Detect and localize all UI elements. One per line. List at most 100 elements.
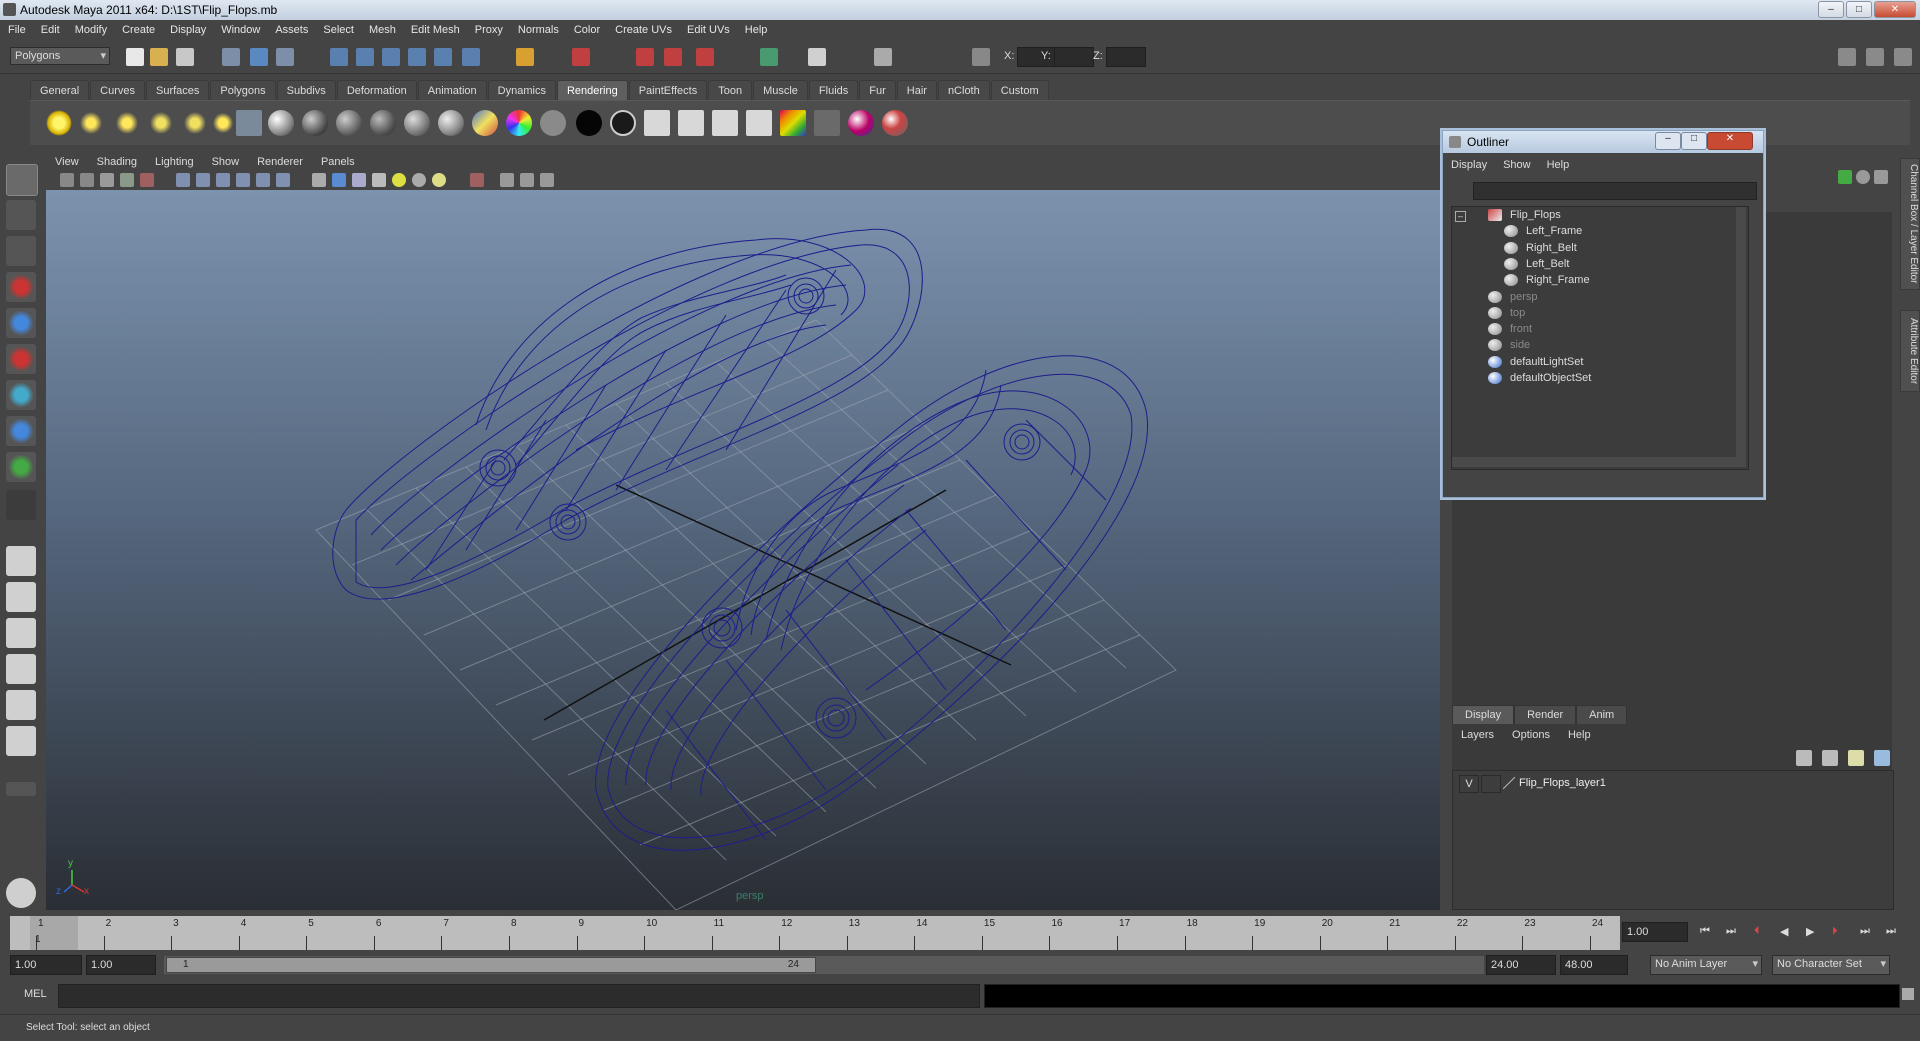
resolution-gate-icon[interactable] bbox=[216, 173, 230, 187]
perspective-viewport[interactable]: y x z persp bbox=[46, 190, 1440, 910]
menu-edit-mesh[interactable]: Edit Mesh bbox=[403, 20, 467, 41]
shelf-tab-subdivs[interactable]: Subdivs bbox=[276, 80, 336, 100]
render-current-icon[interactable] bbox=[644, 110, 670, 136]
surface-shader-gray-icon[interactable] bbox=[540, 110, 566, 136]
layer-visibility-toggle[interactable]: V bbox=[1459, 775, 1479, 793]
hypershade-persp-layout-icon[interactable] bbox=[6, 690, 36, 720]
outliner-item[interactable]: Left_Belt bbox=[1504, 258, 1569, 276]
layer-name[interactable]: Flip_Flops_layer1 bbox=[1519, 777, 1606, 789]
snap-grid-icon[interactable] bbox=[330, 48, 348, 66]
outliner-item[interactable]: defaultObjectSet bbox=[1488, 372, 1591, 390]
shelf-tab-custom[interactable]: Custom bbox=[990, 80, 1049, 100]
shelf-tab-toon[interactable]: Toon bbox=[708, 80, 753, 100]
step-back-key-icon[interactable]: ⏭ bbox=[1726, 925, 1736, 938]
ambient-light-icon[interactable] bbox=[46, 110, 72, 136]
select-tool-icon[interactable] bbox=[6, 164, 38, 196]
lambert-material-icon[interactable] bbox=[268, 110, 294, 136]
use-all-lights-icon[interactable] bbox=[392, 173, 406, 187]
paint-select-tool-icon[interactable] bbox=[6, 236, 36, 266]
attribute-editor-toggle-icon[interactable] bbox=[1866, 48, 1884, 66]
select-camera-icon[interactable] bbox=[60, 173, 74, 187]
shelf-tab-hair[interactable]: Hair bbox=[896, 80, 937, 100]
xray-components-icon[interactable] bbox=[540, 173, 554, 187]
panel-menu-renderer[interactable]: Renderer bbox=[248, 152, 312, 172]
channel-box-side-tab[interactable]: Channel Box / Layer Editor bbox=[1900, 158, 1920, 290]
universal-manipulator-icon[interactable] bbox=[6, 380, 36, 410]
time-slider[interactable]: 1 1 2 3 4 5 6 7 8 9 10 11 12 13 14 15 16 17 18 19 20 21 22 23 2… bbox=[10, 916, 1620, 950]
render-view-icon[interactable] bbox=[746, 110, 772, 136]
phong-material-icon[interactable] bbox=[336, 110, 362, 136]
move-layer-down-icon[interactable] bbox=[1874, 750, 1890, 766]
gate-mask-icon[interactable] bbox=[236, 173, 250, 187]
smooth-shade-icon[interactable] bbox=[332, 173, 346, 187]
layer-menu-options[interactable]: Options bbox=[1503, 727, 1559, 741]
script-editor-icon[interactable] bbox=[1902, 988, 1914, 1000]
soft-modification-icon[interactable] bbox=[6, 416, 36, 446]
channel-box-toggle-icon[interactable] bbox=[874, 48, 892, 66]
channel-box-tool-icon[interactable] bbox=[1874, 170, 1888, 184]
graph-persp-layout-icon[interactable] bbox=[6, 654, 36, 684]
menu-select[interactable]: Select bbox=[315, 20, 361, 41]
z-field[interactable] bbox=[1106, 47, 1146, 67]
open-scene-icon[interactable] bbox=[150, 48, 168, 66]
layer-tab-display[interactable]: Display bbox=[1452, 705, 1515, 724]
menu-set-dropdown[interactable]: Polygons bbox=[10, 47, 110, 65]
move-tool-icon[interactable] bbox=[6, 272, 36, 302]
menu-proxy[interactable]: Proxy bbox=[467, 20, 510, 41]
lasso-tool-icon[interactable] bbox=[6, 200, 36, 230]
outliner-titlebar[interactable]: Outliner – □ ✕ bbox=[1443, 131, 1763, 153]
wireframe-on-shaded-icon[interactable] bbox=[352, 173, 366, 187]
outliner-persp-layout-icon[interactable] bbox=[6, 618, 36, 648]
x-field[interactable] bbox=[1017, 47, 1057, 67]
outliner-menu-help[interactable]: Help bbox=[1539, 159, 1578, 171]
outliner-maximize-button[interactable]: □ bbox=[1681, 132, 1707, 150]
select-component-icon[interactable] bbox=[276, 48, 294, 66]
camera-icon[interactable] bbox=[236, 110, 262, 136]
menu-assets[interactable]: Assets bbox=[267, 20, 315, 41]
textured-icon[interactable] bbox=[372, 173, 386, 187]
range-slider-handle[interactable]: 1 24 bbox=[166, 957, 816, 973]
input-line-icon[interactable] bbox=[760, 48, 778, 66]
ipr-render-icon[interactable] bbox=[664, 48, 682, 66]
shelf-tab-ncloth[interactable]: nCloth bbox=[937, 80, 990, 100]
lock-icon[interactable] bbox=[516, 48, 534, 66]
outliner-filter-field[interactable] bbox=[1473, 182, 1757, 200]
animation-end-field[interactable]: 48.00 bbox=[1560, 955, 1628, 975]
play-forwards-icon[interactable]: ▶ bbox=[1806, 925, 1814, 938]
outliner-menu-display[interactable]: Display bbox=[1443, 159, 1495, 171]
menu-display[interactable]: Display bbox=[162, 20, 213, 41]
last-used-tool-icon[interactable] bbox=[6, 490, 36, 520]
play-backwards-icon[interactable]: ◀ bbox=[1780, 925, 1788, 938]
outliner-item[interactable]: defaultLightSet bbox=[1488, 356, 1583, 374]
menu-file[interactable]: File bbox=[0, 20, 33, 41]
grid-icon[interactable] bbox=[176, 173, 190, 187]
current-frame-field[interactable]: 1.00 bbox=[1622, 922, 1688, 942]
menu-modify[interactable]: Modify bbox=[67, 20, 114, 41]
outliner-minimize-button[interactable]: – bbox=[1655, 132, 1681, 150]
snap-plane-icon[interactable] bbox=[408, 48, 426, 66]
y-field[interactable] bbox=[1054, 47, 1094, 67]
menu-normals[interactable]: Normals bbox=[510, 20, 566, 41]
anisotropic-material-icon[interactable] bbox=[404, 110, 430, 136]
panel-menu-show[interactable]: Show bbox=[203, 152, 249, 172]
outliner-vscrollbar[interactable] bbox=[1736, 207, 1746, 467]
move-layer-up-icon[interactable] bbox=[1848, 750, 1864, 766]
camera-attributes-icon[interactable] bbox=[80, 173, 94, 187]
menu-help[interactable]: Help bbox=[737, 20, 775, 41]
isolate-select-icon[interactable] bbox=[470, 173, 484, 187]
go-to-start-icon[interactable]: ⏮ bbox=[1700, 925, 1710, 938]
command-language-label[interactable]: MEL bbox=[24, 988, 47, 1000]
toolbox-collapse-icon[interactable] bbox=[6, 782, 36, 796]
field-chart-icon[interactable] bbox=[256, 173, 270, 187]
layer-tab-anim[interactable]: Anim bbox=[1576, 705, 1628, 724]
layer-menu-layers[interactable]: Layers bbox=[1452, 727, 1503, 741]
high-quality-icon[interactable] bbox=[432, 173, 446, 187]
go-to-end-icon[interactable]: ⏭ bbox=[1886, 925, 1896, 938]
step-forward-frame-icon[interactable]: ⏵ bbox=[1832, 925, 1838, 938]
select-object-icon[interactable] bbox=[250, 48, 268, 66]
snap-point-icon[interactable] bbox=[382, 48, 400, 66]
animation-start-field[interactable]: 1.00 bbox=[10, 955, 82, 975]
close-button[interactable]: ✕ bbox=[1874, 1, 1916, 18]
outliner-item[interactable]: front bbox=[1488, 323, 1532, 341]
layout-icon[interactable] bbox=[1838, 48, 1856, 66]
